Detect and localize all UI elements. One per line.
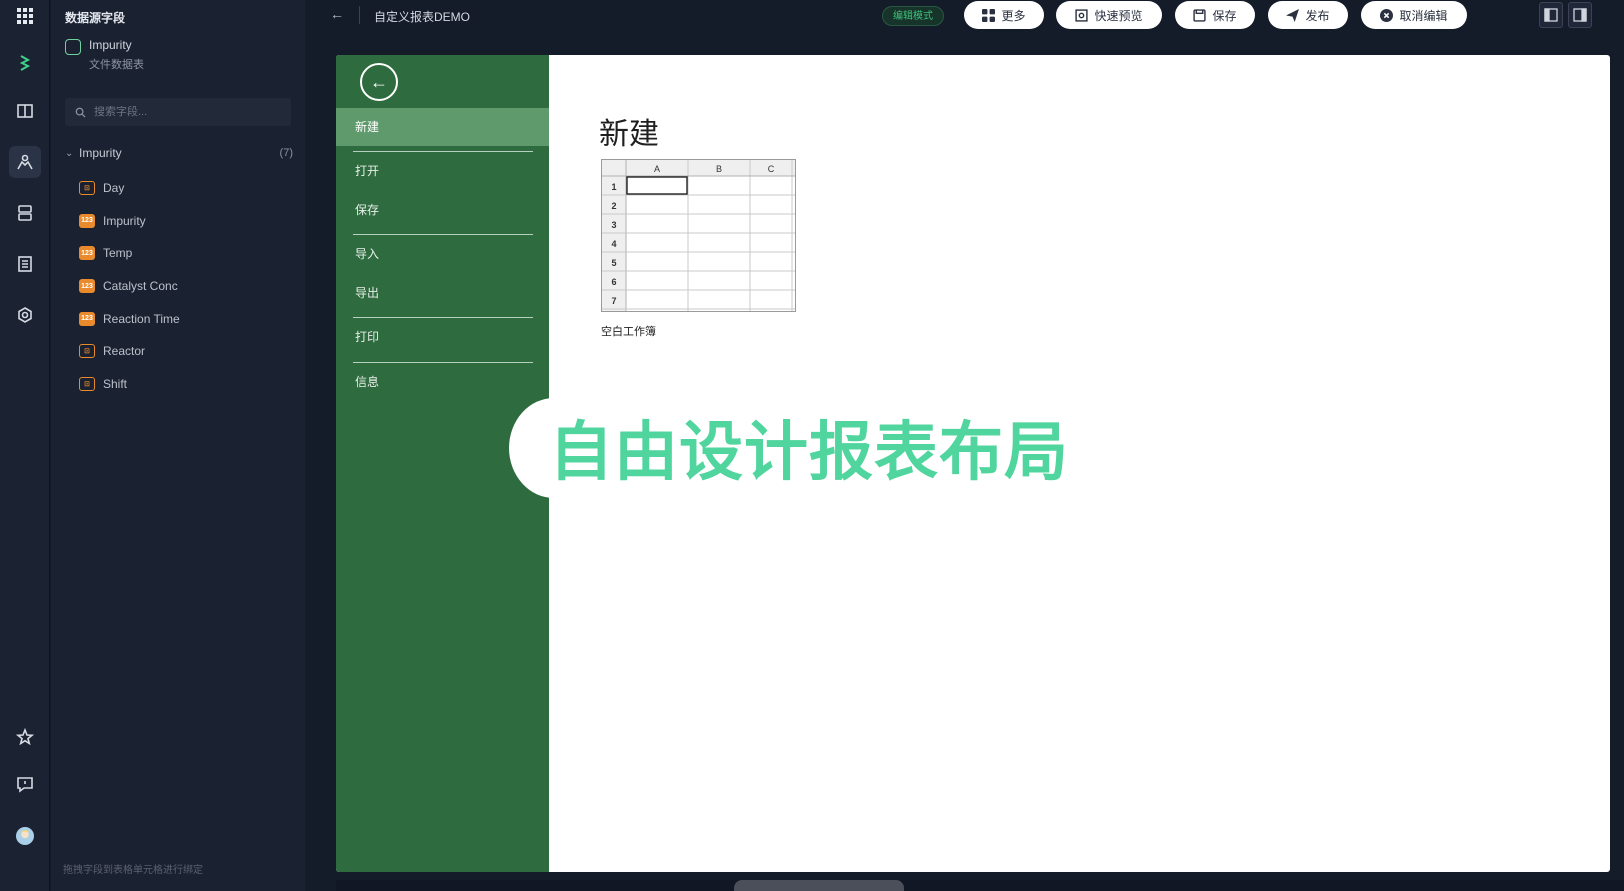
database-icon[interactable] (9, 197, 41, 229)
backstage-nav-print[interactable]: 打印 (336, 318, 549, 356)
data-source-name: Impurity (89, 38, 132, 52)
dataset-icon[interactable] (9, 146, 41, 178)
field-item[interactable]: ⊡ Shift (79, 368, 293, 401)
save-button-label: 保存 (1212, 8, 1237, 23)
blank-workbook-thumbnail[interactable]: A B C 1 2 3 4 5 6 7 (601, 159, 796, 312)
blank-workbook-label: 空白工作簿 (601, 326, 656, 338)
workbook-grid-preview: A B C 1 2 3 4 5 6 7 (602, 160, 795, 311)
report-icon[interactable] (9, 248, 41, 280)
field-item-label: Shift (103, 376, 128, 391)
field-item-label: Reaction Time (103, 311, 180, 326)
star-icon[interactable] (9, 721, 41, 753)
field-item[interactable]: 123 Impurity (79, 205, 293, 238)
field-item-label: Reactor (103, 344, 146, 359)
field-item[interactable]: 123 Temp (79, 237, 293, 270)
save-button[interactable]: 保存 (1175, 1, 1255, 29)
column-header: C (768, 164, 775, 174)
backstage-nav-export[interactable]: 导出 (336, 274, 549, 312)
publish-button-label: 发布 (1305, 8, 1330, 23)
book-icon[interactable] (9, 95, 41, 127)
number-field-icon: 123 (79, 279, 95, 294)
brand-logo-icon[interactable] (9, 47, 41, 79)
field-group-header[interactable]: ⌄ Impurity (7) (65, 146, 293, 160)
data-source[interactable]: Impurity 文件数据表 (65, 38, 144, 72)
field-group-name: Impurity (79, 146, 122, 160)
search-input[interactable] (94, 106, 274, 118)
backstage-view: ← 新建 打开 保存 导入 导出 打印 信息 新建 A B C 1 2 3 4 5 6 7 空白工… (336, 55, 1610, 872)
icon-rail (0, 0, 50, 891)
field-search (65, 98, 291, 126)
column-header: B (716, 164, 722, 174)
row-header: 3 (611, 220, 616, 230)
field-item-label: Day (103, 181, 125, 196)
top-bar: ← 自定义报表DEMO 编辑模式 更多 快速预览 保存 发布 取消编辑 (306, 0, 1624, 30)
quick-preview-label: 快速预览 (1094, 8, 1143, 23)
report-title: 自定义报表DEMO (374, 10, 471, 24)
number-field-icon: 123 (79, 213, 95, 228)
data-source-type: 文件数据表 (89, 59, 144, 71)
date-field-icon: ⊡ (79, 344, 95, 359)
row-header: 6 (611, 277, 616, 287)
scroll-handle[interactable] (734, 880, 904, 891)
field-item[interactable]: ⊡ Day (79, 172, 293, 205)
app-window: 数据源字段 Impurity 文件数据表 ⌄ Impurity (7) ⊡ Day… (0, 0, 1624, 891)
apps-grid-icon[interactable] (9, 0, 41, 32)
column-header: A (654, 164, 660, 174)
field-item-label: Impurity (103, 213, 146, 228)
feedback-icon[interactable] (9, 768, 41, 800)
divider (359, 6, 360, 24)
quick-preview-button[interactable]: 快速预览 (1056, 1, 1162, 29)
right-panel-toggle-icon[interactable] (1568, 2, 1592, 28)
field-item[interactable]: 123 Catalyst Conc (79, 270, 293, 303)
row-header: 5 (611, 258, 616, 268)
active-cell (626, 176, 688, 195)
field-item[interactable]: ⊡ Reactor (79, 335, 293, 368)
avatar[interactable] (9, 820, 41, 852)
settings-icon[interactable] (9, 299, 41, 331)
chevron-down-icon: ⌄ (65, 147, 74, 159)
row-header: 1 (611, 182, 616, 192)
field-list: ⊡ Day 123 Impurity 123 Temp 123 Catalyst Conc 12… (79, 172, 293, 400)
backstage-back-button[interactable]: ← (360, 63, 398, 101)
grid-icon (982, 8, 996, 22)
field-group-count: (7) (279, 147, 293, 159)
row-header: 4 (611, 239, 616, 249)
field-item[interactable]: 123 Reaction Time (79, 302, 293, 335)
backstage-content: 新建 A B C 1 2 3 4 5 6 7 空白工作簿 自由设计报表布局 (509, 55, 1610, 872)
footer-hint: 拖拽字段到表格单元格进行绑定 (63, 865, 203, 876)
number-field-icon: 123 (79, 246, 95, 261)
overlay-caption: 自由设计报表布局 (549, 416, 1069, 490)
back-button[interactable]: ← (330, 6, 344, 22)
more-button[interactable]: 更多 (964, 1, 1044, 29)
backstage-nav-save[interactable]: 保存 (336, 191, 549, 229)
bottom-strip (336, 880, 1624, 891)
row-header: 2 (611, 201, 616, 211)
field-item-label: Temp (103, 246, 133, 261)
backstage-nav-import[interactable]: 导入 (336, 235, 549, 273)
edit-mode-badge: 编辑模式 (882, 6, 944, 26)
more-button-label: 更多 (1001, 8, 1026, 23)
table-icon (65, 39, 81, 55)
cancel-icon (1380, 8, 1394, 22)
send-icon (1286, 8, 1300, 22)
search-icon (75, 107, 86, 118)
cancel-edit-button[interactable]: 取消编辑 (1361, 1, 1467, 29)
backstage-nav-new[interactable]: 新建 (336, 108, 549, 146)
publish-button[interactable]: 发布 (1268, 1, 1348, 29)
column-header-bar (602, 160, 795, 176)
cancel-edit-label: 取消编辑 (1399, 8, 1448, 23)
backstage-nav-open[interactable]: 打开 (336, 152, 549, 190)
field-item-label: Catalyst Conc (103, 279, 178, 294)
left-panel-toggle-icon[interactable] (1539, 2, 1563, 28)
number-field-icon: 123 (79, 311, 95, 326)
date-field-icon: ⊡ (79, 181, 95, 196)
preview-icon (1075, 8, 1089, 22)
save-icon (1193, 8, 1207, 22)
panel-title: 数据源字段 (65, 11, 126, 25)
field-panel: 数据源字段 Impurity 文件数据表 ⌄ Impurity (7) ⊡ Day… (51, 0, 305, 891)
backstage-nav-info[interactable]: 信息 (336, 363, 549, 401)
page-title: 新建 (599, 117, 659, 152)
date-field-icon: ⊡ (79, 376, 95, 391)
row-header: 7 (611, 296, 616, 306)
